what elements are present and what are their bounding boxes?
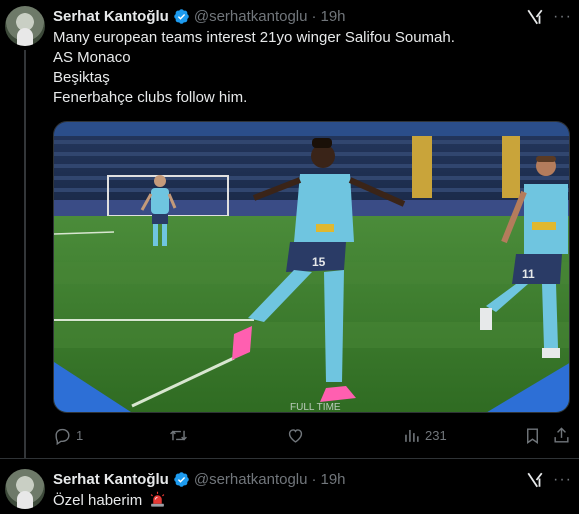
photo-watermark: FULL TIME: [290, 402, 341, 413]
tweet[interactable]: Serhat Kantoğlu @serhatkantoglu · 19h ··…: [0, 0, 579, 458]
dot-separator: ·: [311, 470, 317, 488]
tweet-text-line: Beşiktaş: [53, 69, 110, 86]
tweet-text: Many european teams interest 21yo winger…: [53, 28, 455, 108]
views-button[interactable]: 231: [402, 424, 447, 446]
bookmark-icon: [527, 427, 538, 444]
grok-icon[interactable]: [526, 8, 544, 26]
tweet-photo[interactable]: 15 11 FULL TIME: [53, 121, 570, 413]
like-icon: [288, 428, 303, 443]
verified-badge-icon: [174, 471, 189, 487]
avatar[interactable]: [5, 469, 45, 509]
tweet-text-line: Fenerbahçe clubs follow him.: [53, 89, 248, 106]
tweet[interactable]: Serhat Kantoğlu @serhatkantoglu · 19h ··…: [0, 458, 579, 514]
reply-icon: [55, 428, 70, 445]
verified-badge-icon: [174, 8, 189, 24]
tweet-header: Serhat Kantoğlu @serhatkantoglu · 19h: [53, 469, 346, 489]
author-handle[interactable]: @serhatkantoglu: [194, 471, 308, 488]
dot-separator: ·: [311, 7, 317, 25]
share-button[interactable]: [552, 424, 571, 446]
jersey-number: 11: [522, 267, 535, 281]
tweet-text-line: AS Monaco: [53, 49, 131, 66]
reply-count: 1: [76, 427, 84, 443]
author-name[interactable]: Serhat Kantoğlu: [53, 471, 169, 488]
bookmark-button[interactable]: [523, 424, 542, 446]
reply-button[interactable]: 1: [53, 424, 83, 446]
tweet-text: Özel haberim: [53, 491, 166, 511]
more-icon[interactable]: ···: [553, 471, 571, 489]
avatar[interactable]: [5, 6, 45, 46]
like-button[interactable]: [286, 424, 309, 446]
thread-connector-line: [24, 50, 26, 458]
author-handle[interactable]: @serhatkantoglu: [194, 8, 308, 25]
tweet-actions: 1 231: [53, 424, 570, 446]
tweet-text-line: Özel haberim: [53, 492, 143, 509]
jersey-number: 15: [312, 255, 326, 269]
views-icon: [405, 429, 419, 442]
retweet-button[interactable]: [169, 424, 192, 446]
more-icon[interactable]: ···: [553, 8, 571, 26]
share-icon: [554, 426, 569, 443]
views-count: 231: [425, 427, 447, 443]
tweet-timestamp[interactable]: 19h: [320, 471, 345, 488]
grok-icon[interactable]: [526, 471, 544, 489]
tweet-timestamp[interactable]: 19h: [320, 8, 345, 25]
author-name[interactable]: Serhat Kantoğlu: [53, 8, 169, 25]
tweet-header: Serhat Kantoğlu @serhatkantoglu · 19h: [53, 6, 346, 26]
retweet-icon: [170, 430, 187, 440]
siren-icon: [151, 491, 165, 507]
tweet-text-line: Many european teams interest 21yo winger…: [53, 29, 455, 46]
